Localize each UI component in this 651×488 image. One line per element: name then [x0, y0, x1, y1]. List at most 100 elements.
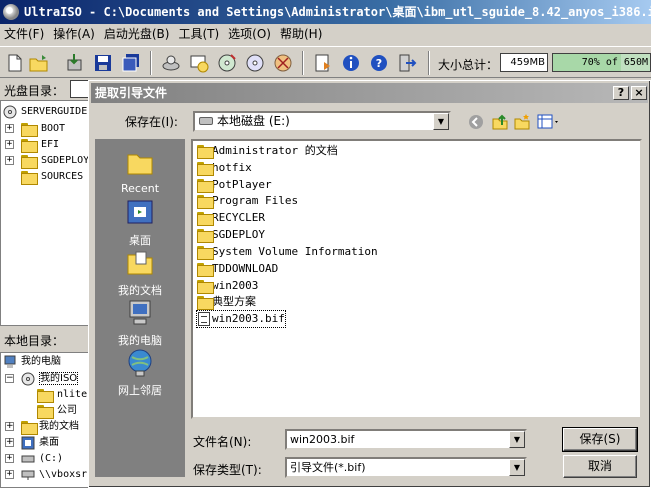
expand-icon[interactable]: +: [5, 438, 14, 447]
size-total-label: 大小总计：: [438, 58, 499, 72]
chevron-down-icon[interactable]: ▼: [509, 431, 525, 448]
cancel-button[interactable]: 取消: [563, 455, 637, 478]
expand-icon[interactable]: +: [5, 156, 14, 165]
tree-node-my-computer[interactable]: 我的电脑: [3, 354, 61, 370]
tree-node-my-documents[interactable]: + 我的文档: [5, 419, 79, 435]
new-file-icon[interactable]: [4, 52, 26, 74]
capacity-progress-text: 70% of 650M: [581, 57, 648, 68]
toolbar: ? 大小总计： 459MB 70% of 650M: [0, 46, 651, 78]
list-item[interactable]: TDDOWNLOAD: [197, 261, 278, 277]
filetype-select[interactable]: 引导文件(*.bif) ▼: [285, 457, 527, 478]
expand-icon[interactable]: +: [5, 422, 14, 431]
local-tree: 我的电脑 − 我的ISO nlite 公司 + 我的文档 + 桌面 + (C:)…: [0, 352, 90, 488]
menu-actions[interactable]: 操作(A): [51, 24, 102, 45]
menu-file[interactable]: 文件(F): [2, 24, 51, 45]
place-my-computer[interactable]: 我的电脑: [95, 297, 185, 348]
folder-icon: [197, 246, 214, 260]
save-button[interactable]: 保存(S): [562, 427, 638, 452]
cd-path-field[interactable]: [70, 80, 90, 98]
list-item[interactable]: 典型方案: [197, 294, 256, 310]
chevron-down-icon[interactable]: ▼: [433, 113, 449, 130]
expand-icon[interactable]: +: [5, 140, 14, 149]
extract-icon[interactable]: [64, 52, 86, 74]
tree-node-vboxsrv[interactable]: + \\vboxsr: [5, 467, 87, 483]
exit-icon[interactable]: [396, 52, 418, 74]
save-as-icon[interactable]: [120, 52, 142, 74]
place-desktop[interactable]: 桌面: [95, 197, 185, 248]
tree-node-efi[interactable]: + EFI: [5, 137, 59, 153]
compress-icon[interactable]: [272, 52, 294, 74]
list-item[interactable]: Program Files: [197, 193, 298, 209]
new-folder-icon[interactable]: [513, 113, 531, 131]
tree-node-sgdeploy[interactable]: + SGDEPLOY: [5, 153, 89, 169]
filename-label: 文件名(N):: [193, 435, 252, 449]
tree-node-company[interactable]: 公司: [37, 403, 77, 419]
info-icon[interactable]: [340, 52, 362, 74]
view-menu-icon[interactable]: [537, 113, 561, 131]
toolbar-separator: [302, 51, 304, 75]
folder-icon: [197, 280, 214, 294]
tree-node-serverguide[interactable]: SERVERGUIDE: [3, 104, 87, 120]
back-icon[interactable]: [467, 113, 485, 131]
look-in-dropdown[interactable]: 本地磁盘 (E:) ▼: [193, 111, 451, 132]
list-item[interactable]: win2003: [197, 278, 258, 294]
folder-icon: [21, 155, 38, 169]
menu-bar: 文件(F) 操作(A) 启动光盘(B) 工具(T) 选项(O) 帮助(H): [0, 24, 651, 45]
folder-icon: [21, 171, 38, 185]
network-drive-icon: [21, 470, 35, 480]
folder-icon: [21, 421, 38, 435]
recent-folder-icon: [124, 147, 156, 179]
burn-cd-icon[interactable]: [216, 52, 238, 74]
list-item[interactable]: SGDEPLOY: [197, 227, 265, 243]
dialog-help-button[interactable]: ?: [613, 86, 629, 100]
up-folder-icon[interactable]: [491, 113, 509, 131]
tree-node-sources[interactable]: SOURCES: [5, 169, 83, 185]
tree-node-drive-c[interactable]: + (C:): [5, 451, 63, 467]
save-icon[interactable]: [92, 52, 114, 74]
tree-node-boot[interactable]: + BOOT: [5, 121, 65, 137]
place-recent[interactable]: Recent: [95, 147, 185, 195]
chevron-down-icon[interactable]: ▼: [509, 459, 525, 476]
network-places-icon: [124, 347, 156, 379]
virtual-drive-icon[interactable]: [244, 52, 266, 74]
folder-icon: [21, 139, 38, 153]
filetype-label: 保存类型(T):: [193, 463, 262, 477]
place-network[interactable]: 网上邻居: [95, 347, 185, 398]
list-item[interactable]: System Volume Information: [197, 244, 378, 260]
place-my-documents-label: 我的文档: [118, 284, 162, 297]
menu-help[interactable]: 帮助(H): [278, 24, 329, 45]
menu-bootable[interactable]: 启动光盘(B): [102, 24, 177, 45]
cd-icon: [21, 372, 35, 386]
make-image-icon[interactable]: [188, 52, 210, 74]
menu-options[interactable]: 选项(O): [226, 24, 278, 45]
disc-drive-icon[interactable]: [160, 52, 182, 74]
properties-icon[interactable]: [312, 52, 334, 74]
local-disk-icon: [199, 117, 213, 125]
dialog-close-button[interactable]: ×: [631, 86, 647, 100]
open-folder-icon[interactable]: [28, 52, 50, 74]
computer-icon: [4, 355, 16, 368]
app-title: UltraISO - C:\Documents and Settings\Adm…: [24, 5, 651, 19]
expand-icon[interactable]: +: [5, 470, 14, 479]
drive-icon: [21, 455, 35, 463]
menu-tools[interactable]: 工具(T): [176, 24, 226, 45]
dialog-title: 提取引导文件: [95, 86, 168, 100]
folder-icon: [197, 229, 214, 243]
tree-node-my-iso[interactable]: − 我的ISO: [5, 371, 79, 387]
help-icon[interactable]: ?: [368, 52, 390, 74]
list-item[interactable]: hotfix: [197, 160, 252, 176]
list-item[interactable]: PotPlayer: [197, 177, 272, 193]
tree-node-desktop[interactable]: + 桌面: [5, 435, 59, 451]
place-my-computer-label: 我的电脑: [118, 334, 162, 347]
list-item-selected[interactable]: win2003.bif: [196, 310, 286, 328]
folder-icon: [197, 179, 214, 193]
collapse-icon[interactable]: −: [5, 374, 14, 383]
filename-input[interactable]: win2003.bif ▼: [285, 429, 527, 450]
dialog-title-bar: 提取引导文件 ? ×: [91, 83, 648, 103]
expand-icon[interactable]: +: [5, 124, 14, 133]
place-my-documents[interactable]: 我的文档: [95, 247, 185, 298]
list-item[interactable]: RECYCLER: [197, 210, 265, 226]
expand-icon[interactable]: +: [5, 454, 14, 463]
tree-node-nlite[interactable]: nlite: [37, 387, 87, 403]
list-item[interactable]: Administrator 的文档: [197, 143, 338, 159]
